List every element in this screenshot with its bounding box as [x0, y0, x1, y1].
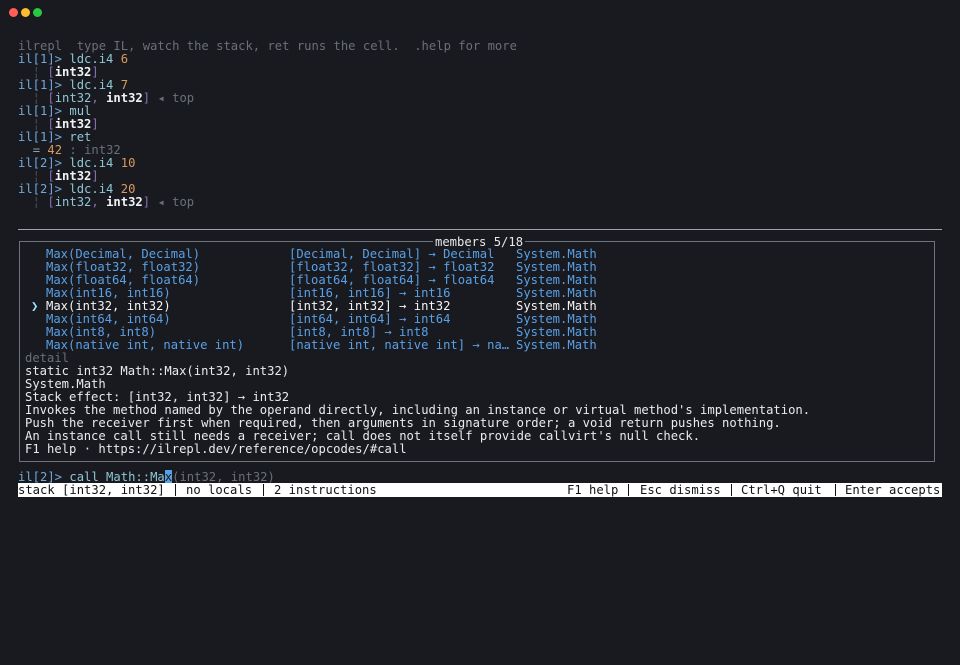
text-cursor: x [164, 470, 173, 484]
opcode-arg: 7 [120, 78, 129, 92]
minimize-window-button[interactable] [21, 8, 30, 17]
opcode-arg: 6 [120, 52, 129, 66]
stack-top-marker: ◂ top [157, 91, 195, 105]
stack-type: int32 [54, 195, 92, 209]
status-divider [731, 484, 732, 496]
popup-divider [18, 229, 942, 230]
close-window-button[interactable] [9, 8, 18, 17]
status-instructions: 2 instructions [274, 483, 377, 497]
status-divider [835, 484, 836, 496]
opcode-arg: 20 [120, 182, 136, 196]
accept-shortcut[interactable]: Enter accepts [845, 483, 940, 497]
opcode: ldc.i4 [69, 182, 114, 196]
stack-top-marker: ◂ top [157, 195, 195, 209]
quit-shortcut[interactable]: Ctrl+Q quit [741, 483, 822, 497]
selected-chevron-icon: ❯ [31, 299, 39, 313]
status-locals: no locals [186, 483, 253, 497]
detail-help-link[interactable]: F1 help · https://ilrepl.dev/reference/o… [25, 443, 407, 456]
stack-type: int32 [106, 195, 143, 209]
stack-type: int32 [54, 65, 92, 79]
member-signature: [native int, native int] → na… [289, 338, 510, 352]
member-class: System.Math [516, 338, 597, 352]
opcode: ldc.i4 [69, 78, 114, 92]
opcode: ldc.i4 [69, 52, 114, 66]
typed-text: call Math::Ma [69, 470, 165, 484]
command-input[interactable]: il[2]> call Math::Max(int32, int32) [18, 470, 275, 484]
stack-type: int32 [54, 117, 92, 131]
help-shortcut[interactable]: F1 help [567, 483, 618, 497]
stack-type: int32 [54, 169, 92, 183]
opcode: ret [69, 130, 92, 144]
repl-prompt: il[2]> [18, 156, 63, 170]
member-name[interactable]: Max(native int, native int) [46, 339, 244, 352]
status-stack: stack [int32, int32] [18, 483, 165, 497]
repl-prompt: il[1]> [18, 130, 63, 144]
opcode: ldc.i4 [69, 156, 114, 170]
opcode-arg: 10 [120, 156, 136, 170]
ghost-completion: (int32, int32) [172, 470, 275, 484]
repl-prompt: il[1]> [18, 78, 63, 92]
status-bar: stack [int32, int32] no locals 2 instruc… [18, 483, 942, 497]
opcode: mul [69, 104, 92, 118]
result-value: 42 [47, 143, 63, 157]
dismiss-shortcut[interactable]: Esc dismiss [640, 483, 721, 497]
maximize-window-button[interactable] [33, 8, 42, 17]
repl-prompt: il[2]> [18, 470, 63, 484]
result-type: : int32 [69, 143, 121, 157]
stack-display: ¦ [int32, int32] ◂ top [18, 195, 195, 209]
stack-type: int32 [54, 91, 92, 105]
status-divider [628, 484, 629, 496]
status-divider [263, 484, 264, 496]
stack-type: int32 [106, 91, 143, 105]
repl-prompt: il[1]> [18, 52, 63, 66]
result-equals: = [32, 143, 41, 157]
window-titlebar [0, 0, 960, 24]
repl-prompt: il[1]> [18, 104, 63, 118]
status-divider [175, 484, 176, 496]
repl-prompt: il[2]> [18, 182, 63, 196]
